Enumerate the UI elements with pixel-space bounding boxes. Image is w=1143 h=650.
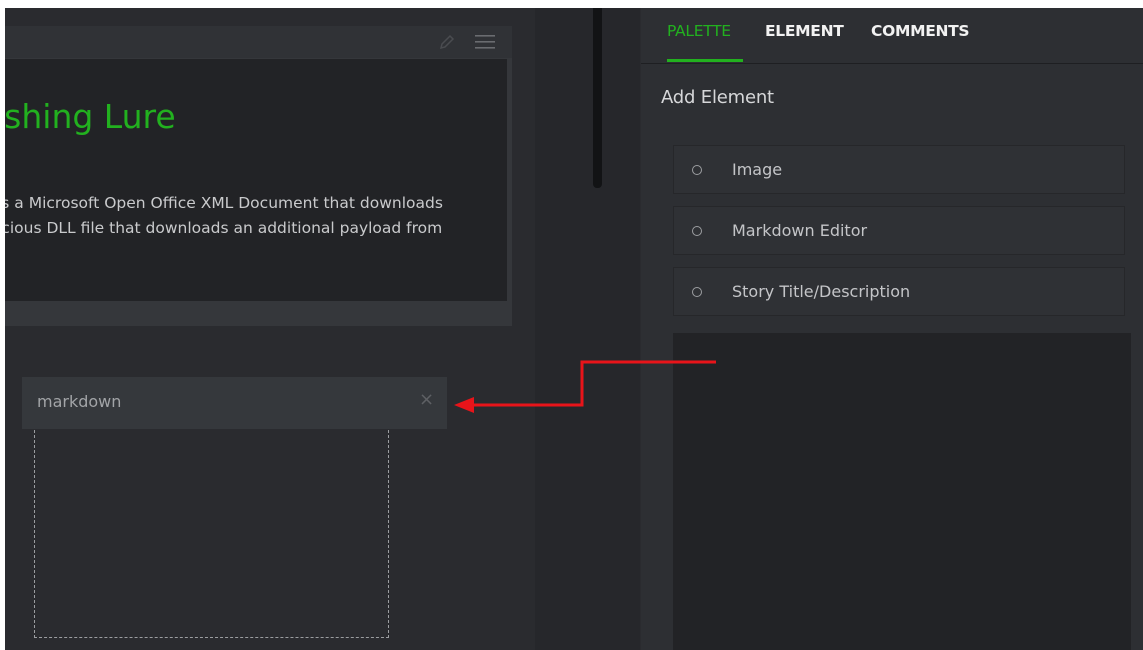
story-description-line: is a Microsoft Open Office XML Document … [5, 194, 443, 212]
close-icon[interactable]: × [419, 391, 434, 409]
canvas-gutter [535, 8, 640, 650]
palette-item-image[interactable]: Image [673, 145, 1125, 194]
markdown-element-label: markdown [37, 392, 122, 411]
side-panel: PALETTE ELEMENT COMMENTS Add Element Ima… [641, 8, 1143, 650]
palette-item-markdown-editor[interactable]: Markdown Editor [673, 206, 1125, 255]
tab-palette[interactable]: PALETTE [667, 22, 731, 40]
scrollbar-thumb[interactable] [593, 8, 602, 188]
palette-item-label: Story Title/Description [732, 282, 911, 301]
story-title-card[interactable]: ishing Lure is a Microsoft Open Office X… [5, 26, 512, 326]
card-body: ishing Lure is a Microsoft Open Office X… [5, 59, 507, 301]
section-title: Add Element [661, 87, 774, 108]
app-window: ishing Lure is a Microsoft Open Office X… [5, 8, 1143, 650]
card-toolbar [5, 26, 512, 58]
palette-item-story-title-description[interactable]: Story Title/Description [673, 267, 1125, 316]
radio-icon [692, 165, 702, 175]
markdown-element[interactable]: markdown × [22, 377, 447, 429]
tab-element[interactable]: ELEMENT [765, 22, 844, 40]
story-description-line: icious DLL file that downloads an additi… [5, 219, 443, 237]
story-title: ishing Lure [5, 97, 176, 136]
palette-item-label: Image [732, 160, 783, 179]
radio-icon [692, 226, 702, 236]
active-tab-indicator [667, 59, 743, 62]
pencil-icon[interactable] [438, 33, 456, 51]
story-canvas: ishing Lure is a Microsoft Open Office X… [5, 8, 535, 650]
hamburger-menu-icon[interactable] [475, 34, 495, 50]
markdown-drop-placeholder [34, 400, 389, 638]
tab-bar: PALETTE ELEMENT COMMENTS [641, 8, 1143, 64]
story-description: is a Microsoft Open Office XML Document … [5, 191, 497, 241]
radio-icon [692, 287, 702, 297]
palette-drop-area[interactable] [673, 333, 1131, 650]
tab-comments[interactable]: COMMENTS [871, 22, 970, 40]
palette-item-label: Markdown Editor [732, 221, 868, 240]
